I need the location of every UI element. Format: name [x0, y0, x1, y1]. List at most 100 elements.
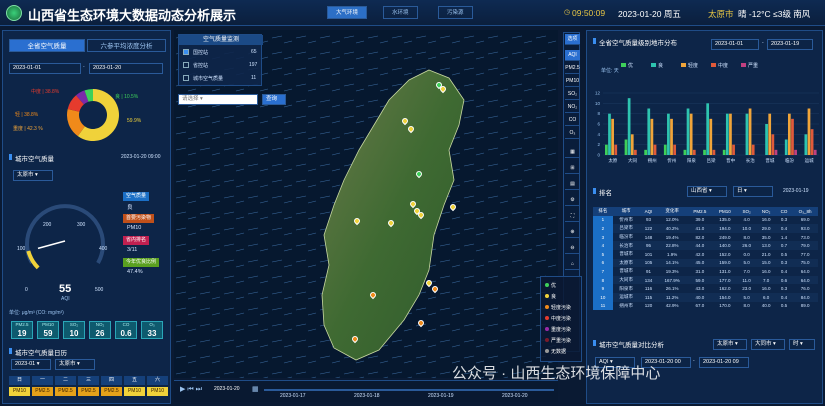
national-station-checkbox[interactable]	[183, 49, 189, 55]
sidebar-item-no2[interactable]: NO₂	[565, 102, 580, 113]
table-header[interactable]: 排名	[593, 207, 613, 216]
cal-day-cell[interactable]: PM2.5	[101, 387, 122, 396]
table-row[interactable]: 4 长治市 95 22.8% 44.0 140.0 26.0 13.0 0.7 79.0	[593, 241, 818, 250]
x-tick-label: 长治	[746, 157, 755, 164]
query-button[interactable]: 查询	[262, 94, 286, 105]
nav-water[interactable]: 水环境	[383, 6, 418, 19]
city-select[interactable]: 太原市 ▾	[13, 170, 53, 181]
bar	[804, 134, 808, 155]
rank-region-select[interactable]: 山西省 ▾	[687, 186, 727, 197]
table-row[interactable]: 6 太原市 105 14.1% 45.0 159.0 5.0 15.0 0.3 75.0	[593, 258, 818, 268]
table-header[interactable]: O₃_8h	[792, 207, 818, 216]
table-cell: 40.0	[686, 292, 713, 302]
table-cell: 194.0	[712, 224, 737, 233]
dist-date-to[interactable]: 2023-01-19	[767, 39, 813, 50]
bar	[614, 144, 618, 155]
cal-day-cell[interactable]: PM2.5	[78, 387, 99, 396]
table-cell: 148	[644, 234, 653, 240]
cal-city-select[interactable]: 太原市 ▾	[55, 359, 95, 370]
page-title: 山西省生态环境大数据动态分析展示	[28, 8, 237, 23]
home-icon[interactable]: ⌂	[565, 259, 580, 270]
table-cell: 临汾市	[619, 234, 633, 240]
table-row[interactable]: 3 临汾市 148 19.4% 82.0 249.0 8.0 35.0 1.4 73.0	[593, 232, 818, 242]
tab-province-air[interactable]: 全省空气质量	[9, 39, 85, 52]
play-controls-icon[interactable]: ▶ ⏮ ⏭	[180, 385, 202, 394]
compare-period[interactable]: 时 ▾	[789, 339, 815, 350]
table-cell: 吕梁市	[612, 224, 640, 233]
nav-pollution[interactable]: 污染源	[438, 6, 473, 19]
sidebar-item-pm25[interactable]: PM2.5	[565, 63, 580, 74]
table-cell: 91	[646, 268, 652, 274]
table-row[interactable]: 8 大同市 134 167.9% 59.0 177.0 11.0 7.0 0.6 64.0	[593, 275, 818, 285]
table-header[interactable]: 城市	[612, 207, 640, 216]
pollutant-co: CO 0.6	[115, 321, 137, 339]
table-cell: 21.0	[761, 251, 771, 257]
table-header[interactable]: CO	[775, 207, 793, 216]
table-row[interactable]: 9 阳泉市 116 26.1% 43.0 162.0 23.0 16.0 0.3 76.0	[593, 284, 818, 293]
cal-day-cell[interactable]: PM2.5	[32, 387, 53, 396]
cal-weekday: 六	[147, 376, 168, 385]
table-row[interactable]: 11 朔州市 120 42.9% 67.0 170.0 8.0 40.0 0.5 89.0	[593, 301, 818, 311]
table-header[interactable]: PM2.5	[686, 207, 713, 216]
tab-six-params[interactable]: 六参平均浓度分析	[87, 39, 166, 52]
cal-day-cell[interactable]: PM10	[124, 387, 145, 396]
zoom-in-icon[interactable]: ⊕	[565, 227, 580, 238]
table-cell: 122	[639, 224, 658, 233]
cal-weekday: 三	[78, 376, 99, 385]
table-row[interactable]: 7 晋城市 91 19.3% 31.0 131.0 7.0 16.0 0.4 64.0	[593, 267, 818, 276]
sidebar-item-o3[interactable]: O₃	[565, 128, 580, 139]
city-air-checkbox[interactable]	[183, 75, 189, 81]
sidebar-item-pm10[interactable]: PM10	[565, 76, 580, 87]
rank-type-select[interactable]: 日 ▾	[733, 186, 773, 197]
table-header[interactable]: AQI	[639, 207, 658, 216]
sidebar-item-co[interactable]: CO	[565, 115, 580, 126]
compare-city1[interactable]: 太原市 ▾	[713, 339, 747, 350]
sidebar-item-so2[interactable]: SO₂	[565, 89, 580, 100]
table-row[interactable]: 2 吕梁市 122 40.2% 41.0 194.0 10.0 29.0 0.4 93.0	[593, 224, 818, 233]
table-cell: 95	[639, 241, 658, 250]
layers-icon[interactable]: ▦	[565, 147, 580, 158]
compare-to[interactable]: 2023-01-20 09	[699, 357, 749, 368]
table-row[interactable]: 1 忻州市 93 12.0% 39.0 135.0 4.0 16.0 0.3 69.0	[593, 215, 818, 225]
date-from-input[interactable]: 2023-01-01	[9, 63, 81, 74]
cal-day-cell[interactable]: PM10	[9, 387, 30, 396]
table-row[interactable]: 10 运城市 115 11.2% 40.0 154.0 5.0 6.0 0.4 84.0	[593, 292, 818, 302]
timeline-track[interactable]	[264, 389, 554, 391]
table-header[interactable]: PM10	[712, 207, 737, 216]
date-to-input[interactable]: 2023-01-20	[89, 63, 163, 74]
station-select[interactable]: 请选择 ▾	[178, 94, 258, 105]
pollutant-o3: O₃ 33	[141, 321, 163, 339]
table-cell: 177.0	[712, 275, 737, 285]
bar	[686, 108, 690, 155]
bar	[627, 98, 631, 155]
x-tick-label: 晋中	[726, 157, 735, 164]
province-station-checkbox[interactable]	[183, 62, 189, 68]
cal-day-cell[interactable]: PM2.5	[55, 387, 76, 396]
fullscreen-icon[interactable]: ⛶	[565, 211, 580, 222]
grid-icon[interactable]: ⊞	[565, 163, 580, 174]
calendar-icon[interactable]: ▦	[252, 385, 259, 393]
table-header[interactable]: NO₂	[756, 207, 776, 216]
cal-weekday: 四	[101, 376, 122, 385]
table-cell: 59.0	[686, 275, 713, 285]
table-cell: 运城市	[612, 292, 640, 302]
bar	[667, 113, 670, 155]
clipboard-icon[interactable]: ▤	[565, 179, 580, 190]
map-view[interactable]: 空气质量监测 国控站 65 省控站 197 城市空气质量 11 请选择 ▾ 查询	[174, 30, 558, 378]
cal-month-select[interactable]: 2023-01 ▾	[11, 359, 51, 370]
table-header[interactable]: SO₂	[736, 207, 757, 216]
dist-date-from[interactable]: 2023-01-01	[711, 39, 759, 50]
sidebar-item-option[interactable]: 选项	[565, 34, 580, 45]
cal-day-cell[interactable]: PM10	[147, 387, 168, 396]
aqi-unit: AQI	[61, 296, 70, 302]
gear-icon[interactable]: ⚙	[565, 195, 580, 206]
rank-date: 2023-01-19	[783, 188, 809, 194]
table-header[interactable]: 变化率	[657, 207, 687, 216]
zoom-out-icon[interactable]: ⊖	[565, 243, 580, 254]
nav-air[interactable]: 大气环境	[327, 6, 368, 19]
sidebar-item-aqi[interactable]: AQI	[565, 50, 580, 61]
table-row[interactable]: 5 晋城市 101 1.9% 42.0 152.0 0.0 21.0 0.5 77.0	[593, 249, 818, 259]
table-cell: 10.0	[736, 224, 757, 233]
table-cell: 晋城市	[619, 251, 633, 257]
compare-city2[interactable]: 大同市 ▾	[751, 339, 785, 350]
